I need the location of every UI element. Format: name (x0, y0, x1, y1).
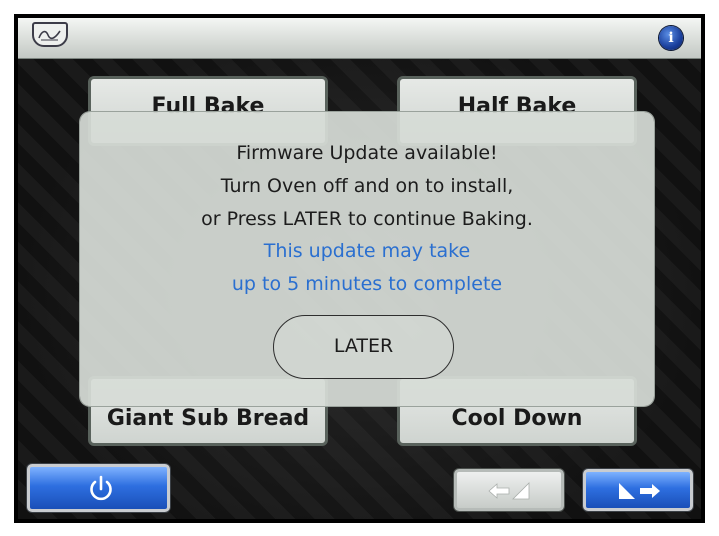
top-bar: i (18, 18, 701, 59)
later-button[interactable]: LATER (273, 315, 454, 379)
previous-page-button[interactable] (454, 469, 564, 511)
oven-screen: i Full Bake Half Bake Giant Sub Bread Co… (18, 18, 701, 519)
arrow-right-icon (619, 483, 660, 499)
dialog-instruction-line-2: or Press LATER to continue Baking. (201, 208, 533, 230)
dialog-note-line-2: up to 5 minutes to complete (231, 273, 503, 295)
info-icon[interactable]: i (659, 26, 683, 50)
next-page-button[interactable] (583, 469, 693, 511)
brand-logo-icon (32, 22, 68, 47)
arrow-left-icon (488, 482, 530, 500)
firmware-update-dialog: Firmware Update available! Turn Oven off… (80, 112, 654, 406)
dialog-title: Firmware Update available! (236, 142, 498, 164)
dialog-instruction-line-1: Turn Oven off and on to install, (220, 175, 514, 197)
power-icon (90, 475, 112, 501)
power-button[interactable] (27, 464, 170, 512)
dialog-note-line-1: This update may take (263, 240, 471, 262)
